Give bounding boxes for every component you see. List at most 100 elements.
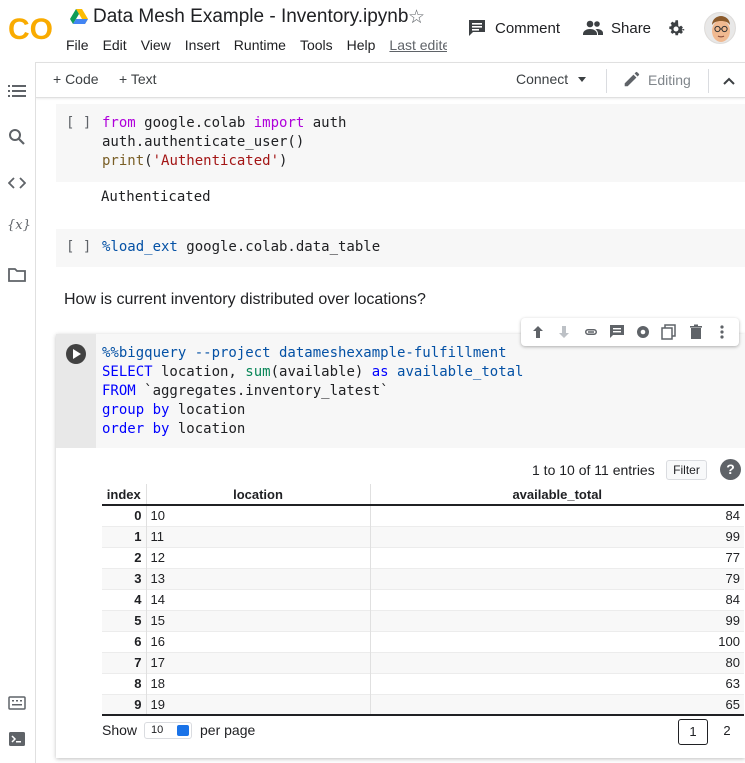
cell-location: 12 <box>145 546 370 568</box>
cell-location: 14 <box>145 588 370 610</box>
gear-icon[interactable] <box>666 19 686 39</box>
gear-icon[interactable] <box>634 323 652 341</box>
select-arrow-icon <box>177 725 189 736</box>
menu-view[interactable]: View <box>141 37 171 53</box>
cell-available-total: 99 <box>369 609 744 631</box>
user-avatar[interactable] <box>704 12 736 44</box>
cell-output: Authenticated <box>101 189 211 205</box>
comment-icon[interactable] <box>608 323 626 341</box>
notebook-toolbar: + Code + Text Connect Editing <box>36 62 745 98</box>
cell-available-total: 84 <box>369 588 744 610</box>
table-row: 3 13 79 <box>102 567 744 589</box>
pencil-icon <box>624 71 640 87</box>
cell-available-total: 63 <box>369 672 744 694</box>
code-editor[interactable]: %%bigquery --project datameshexample-ful… <box>102 344 523 439</box>
cell-index: 7 <box>102 651 146 673</box>
run-cell-button[interactable] <box>66 344 86 364</box>
table-row: 4 14 84 <box>102 588 744 610</box>
table-row: 6 16 100 <box>102 630 744 652</box>
connect-label: Connect <box>516 71 569 87</box>
cell-available-total: 100 <box>369 630 744 652</box>
menu-file[interactable]: File <box>66 37 89 53</box>
cell-index: 5 <box>102 609 146 631</box>
run-cell-brackets[interactable]: [ ] <box>66 115 91 131</box>
column-header-available-total[interactable]: available_total <box>369 484 744 506</box>
table-entries-info: 1 to 10 of 11 entries <box>532 462 655 478</box>
toolbar-divider <box>606 69 607 93</box>
help-icon[interactable]: ? <box>720 459 741 480</box>
cell-location: 16 <box>145 630 370 652</box>
cell-index: 4 <box>102 588 146 610</box>
page-button-1[interactable]: 1 <box>678 719 708 745</box>
logo-text: CO <box>8 13 53 44</box>
menu-insert[interactable]: Insert <box>185 37 220 53</box>
column-header-index[interactable]: index <box>102 484 146 506</box>
add-code-button[interactable]: + Code <box>53 71 99 87</box>
per-page-select[interactable]: 10 <box>144 722 192 739</box>
editing-mode-button[interactable]: Editing <box>623 71 691 88</box>
markdown-text: How is current inventory distributed ove… <box>64 291 426 308</box>
variables-icon[interactable]: {x} <box>7 218 31 236</box>
cell-index: 8 <box>102 672 146 694</box>
page-button-2[interactable]: 2 <box>712 719 742 745</box>
cell-available-total: 84 <box>369 504 744 526</box>
data-table: index location available_total 0 10 84 1 11 9… <box>102 484 744 716</box>
cell-location: 13 <box>145 567 370 589</box>
cell-location: 18 <box>145 672 370 694</box>
delete-icon[interactable] <box>687 323 705 341</box>
per-page-value: 10 <box>151 724 164 736</box>
people-icon <box>583 20 603 35</box>
left-sidebar: {x} <box>0 62 36 763</box>
menu-runtime[interactable]: Runtime <box>234 37 286 53</box>
menu-edit[interactable]: Edit <box>103 37 127 53</box>
cell-location: 10 <box>145 504 370 526</box>
colab-logo[interactable]: CO <box>8 10 56 44</box>
cell-available-total: 80 <box>369 651 744 673</box>
cell-available-total: 99 <box>369 525 744 547</box>
cell-index: 6 <box>102 630 146 652</box>
more-options-icon[interactable] <box>713 323 731 341</box>
cell-toolbar <box>521 318 739 346</box>
terminal-icon[interactable] <box>8 730 26 748</box>
cell-index: 1 <box>102 525 146 547</box>
folder-icon[interactable] <box>8 266 26 284</box>
table-row: 9 19 65 <box>102 693 744 716</box>
arrow-up-icon[interactable] <box>529 323 547 341</box>
arrow-down-icon[interactable] <box>555 323 573 341</box>
code-editor[interactable]: from google.colab import auth auth.authe… <box>102 114 346 171</box>
share-button[interactable]: Share <box>583 18 651 38</box>
menu-tools[interactable]: Tools <box>300 37 333 53</box>
table-of-contents-icon[interactable] <box>8 82 26 100</box>
cell-index: 0 <box>102 504 146 526</box>
filter-button[interactable]: Filter <box>666 460 707 480</box>
app-header: CO Data Mesh Example - Inventory.ipynb ☆… <box>0 0 745 62</box>
cell-available-total: 77 <box>369 546 744 568</box>
last-edited-link[interactable]: Last edited <box>389 37 447 53</box>
notebook-title[interactable]: Data Mesh Example - Inventory.ipynb <box>93 6 408 28</box>
cell-available-total: 79 <box>369 567 744 589</box>
mirror-cell-icon[interactable] <box>660 323 678 341</box>
link-icon[interactable] <box>582 323 600 341</box>
code-editor[interactable]: %load_ext google.colab.data_table <box>102 238 380 257</box>
cell-available-total: 65 <box>369 693 744 716</box>
run-cell-brackets[interactable]: [ ] <box>66 239 91 255</box>
connect-button[interactable]: Connect <box>516 71 587 87</box>
cell-location: 11 <box>145 525 370 547</box>
comment-label: Comment <box>495 19 561 37</box>
menu-help[interactable]: Help <box>347 37 376 53</box>
column-header-location[interactable]: location <box>145 484 370 506</box>
search-icon[interactable] <box>8 128 26 146</box>
table-row: 1 11 99 <box>102 525 744 547</box>
per-page-label: per page <box>200 722 256 738</box>
editing-label: Editing <box>648 71 691 88</box>
code-snippets-icon[interactable] <box>7 174 27 192</box>
star-icon[interactable]: ☆ <box>408 6 425 29</box>
comment-button[interactable]: Comment <box>467 18 560 38</box>
command-palette-icon[interactable] <box>8 694 26 712</box>
cell-index: 3 <box>102 567 146 589</box>
google-drive-icon[interactable] <box>70 9 88 25</box>
chevron-up-icon[interactable] <box>722 74 736 88</box>
toolbar-divider <box>708 69 709 93</box>
table-row: 0 10 84 <box>102 504 744 526</box>
add-text-button[interactable]: + Text <box>119 71 157 87</box>
